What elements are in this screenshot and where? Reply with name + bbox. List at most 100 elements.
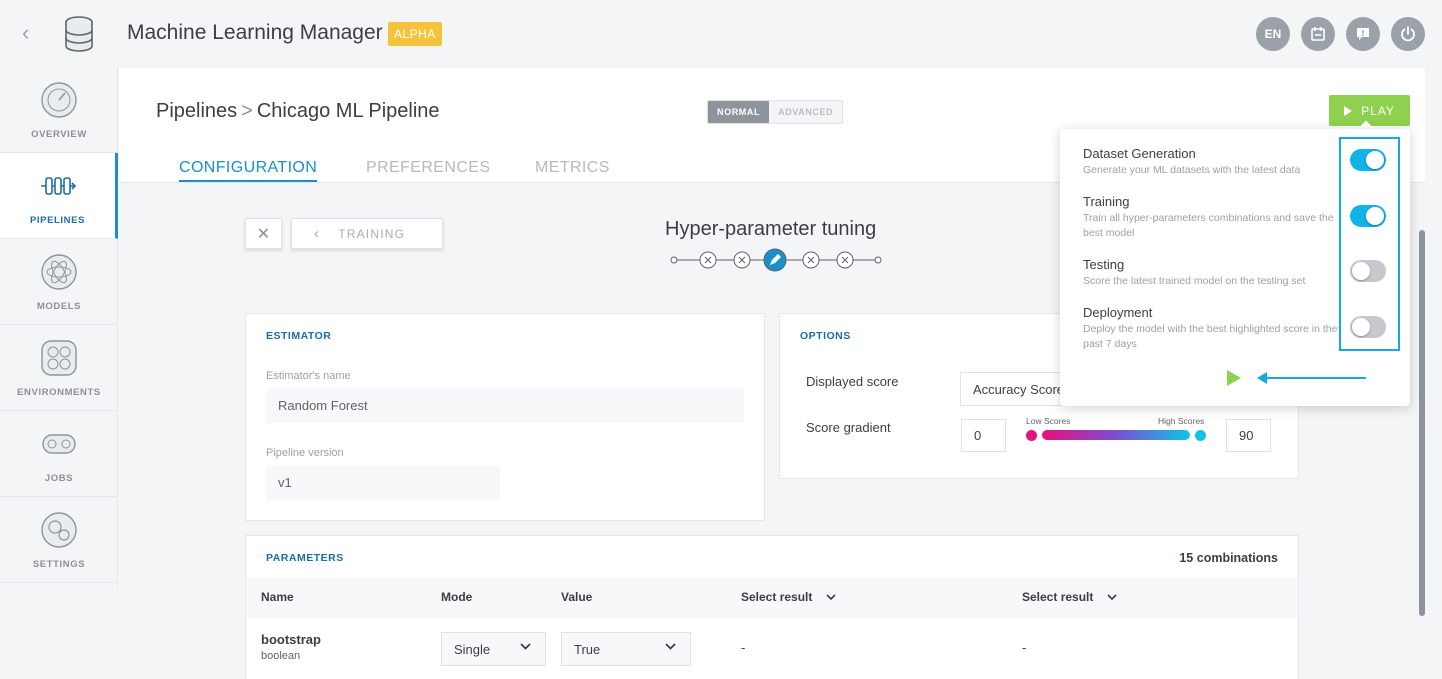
help-icon[interactable]: ! <box>1346 17 1380 51</box>
options-title: OPTIONS <box>800 330 851 342</box>
high-color-handle[interactable] <box>1195 430 1206 441</box>
sidebar-item-models[interactable]: MODELS <box>0 239 118 325</box>
alpha-badge: ALPHA <box>388 22 442 46</box>
step-current-pencil-icon <box>763 248 787 272</box>
chevron-down-icon <box>826 594 836 601</box>
jobs-icon <box>42 434 76 454</box>
power-icon[interactable] <box>1391 17 1425 51</box>
step-pending-icon <box>836 251 854 269</box>
step-description: Score the latest trained model on the te… <box>1083 275 1306 287</box>
estimator-name-field[interactable]: Random Forest <box>266 389 744 423</box>
testing-toggle[interactable] <box>1350 260 1386 282</box>
column-mode: Mode <box>441 590 473 604</box>
tab-configuration[interactable]: CONFIGURATION <box>179 159 318 182</box>
step-progress <box>670 248 882 272</box>
sidebar-item-environments[interactable]: ENVIRONMENTS <box>0 325 118 411</box>
param-name: bootstrap <box>261 632 321 647</box>
step-done-icon <box>699 251 717 269</box>
breadcrumb-pipelines[interactable]: Pipelines <box>156 100 237 122</box>
chevron-left-icon: ‹ <box>314 225 321 242</box>
previous-step-button[interactable]: ‹ TRAINING <box>291 218 443 249</box>
tab-metrics[interactable]: METRICS <box>535 159 610 177</box>
play-label: PLAY <box>1361 103 1395 118</box>
chevron-down-icon <box>1107 594 1117 601</box>
tab-preferences[interactable]: PREFERENCES <box>366 159 490 177</box>
scrollbar-thumb[interactable] <box>1419 230 1425 616</box>
sidebar-item-pipelines[interactable]: PIPELINES <box>0 153 118 239</box>
step-dataset-generation: Dataset Generation Generate your ML data… <box>1083 146 1338 178</box>
value-select[interactable]: True <box>561 632 691 666</box>
select-result-label: Select result <box>741 590 813 604</box>
play-icon <box>1344 105 1353 116</box>
run-play-icon[interactable] <box>1226 369 1242 387</box>
play-options-popover: Dataset Generation Generate your ML data… <box>1060 129 1410 406</box>
sidebar-item-label: PIPELINES <box>29 215 86 226</box>
deployment-toggle[interactable] <box>1350 316 1386 338</box>
estimator-name-label: Estimator's name <box>266 370 351 382</box>
pipeline-version-label: Pipeline version <box>266 447 344 459</box>
score-gradient-bar <box>1042 430 1190 440</box>
score-gradient-label: Score gradient <box>806 420 891 435</box>
estimator-title: ESTIMATOR <box>266 330 332 342</box>
gauge-icon <box>41 82 77 118</box>
calendar-icon[interactable] <box>1301 17 1335 51</box>
step-training: Training Train all hyper-parameters comb… <box>1083 194 1338 241</box>
step-description: Generate your ML datasets with the lates… <box>1083 164 1301 176</box>
parameters-card: PARAMETERS 15 combinations <box>245 535 1299 679</box>
sidebar-item-label: OVERVIEW <box>31 129 87 140</box>
app-title: Machine Learning Manager <box>127 21 383 44</box>
step-title: Training <box>1083 194 1130 209</box>
parameters-title: PARAMETERS <box>266 552 344 564</box>
sidebar-item-label: SETTINGS <box>32 559 86 570</box>
language-label: EN <box>1264 27 1282 41</box>
mode-select[interactable]: Single <box>441 632 546 666</box>
gradient-min-input[interactable]: 0 <box>961 419 1006 452</box>
svg-text:!: ! <box>1361 29 1365 38</box>
database-icon <box>65 16 93 52</box>
sidebar-item-overview[interactable]: OVERVIEW <box>0 67 118 153</box>
mode-normal-button[interactable]: NORMAL <box>708 101 770 123</box>
step-testing: Testing Score the latest trained model o… <box>1083 257 1338 289</box>
high-scores-label: High Scores <box>1158 416 1205 426</box>
step-title: Dataset Generation <box>1083 146 1196 161</box>
chevron-down-icon <box>520 643 531 650</box>
step-title: Testing <box>1083 257 1125 272</box>
gear-icon <box>41 512 77 548</box>
result-2-value: - <box>1022 640 1027 655</box>
sidebar-item-jobs[interactable]: JOBS <box>0 411 118 497</box>
training-toggle[interactable] <box>1350 205 1386 227</box>
mode-advanced-button[interactable]: ADVANCED <box>769 101 843 123</box>
result-1-value: - <box>741 640 746 655</box>
step-pending-icon <box>802 251 820 269</box>
previous-step-label: TRAINING <box>338 226 406 241</box>
param-type: boolean <box>261 650 301 662</box>
sidebar-item-label: ENVIRONMENTS <box>17 387 101 398</box>
atom-icon <box>41 254 77 290</box>
pipeline-version-field[interactable]: v1 <box>266 466 500 500</box>
displayed-score-select[interactable]: Accuracy Score <box>960 372 1070 406</box>
step-description: Deploy the model with the best highlight… <box>1083 323 1338 350</box>
sidebar-item-label: JOBS <box>44 473 74 484</box>
column-name: Name <box>261 590 294 604</box>
sidebar: OVERVIEW PIPELINES MODELS ENVIRONMENTS J… <box>0 67 118 587</box>
play-button[interactable]: PLAY <box>1329 95 1410 126</box>
low-scores-label: Low Scores <box>1026 416 1071 426</box>
sidebar-item-settings[interactable]: SETTINGS <box>0 497 118 583</box>
select-result-dropdown-1[interactable]: Select result <box>741 590 836 604</box>
step-title: Deployment <box>1083 305 1153 320</box>
top-bar: ‹ Machine Learning Manager ALPHA EN ! <box>0 0 1442 67</box>
chevron-down-icon <box>665 643 676 650</box>
dataset-generation-toggle[interactable] <box>1350 149 1386 171</box>
step-done-icon <box>733 251 751 269</box>
step-deployment: Deployment Deploy the model with the bes… <box>1083 305 1338 352</box>
language-button[interactable]: EN <box>1256 17 1290 51</box>
low-color-handle[interactable] <box>1026 430 1037 441</box>
gradient-max-input[interactable]: 90 <box>1226 419 1271 452</box>
back-arrow-icon[interactable]: ‹ <box>22 22 40 44</box>
step-title: Hyper-parameter tuning <box>665 218 877 240</box>
select-result-dropdown-2[interactable]: Select result <box>1022 590 1117 604</box>
mode-value: Single <box>454 641 491 657</box>
close-button[interactable]: ✕ <box>245 218 282 249</box>
combinations-count: 15 combinations <box>1179 551 1278 565</box>
select-result-label: Select result <box>1022 590 1094 604</box>
